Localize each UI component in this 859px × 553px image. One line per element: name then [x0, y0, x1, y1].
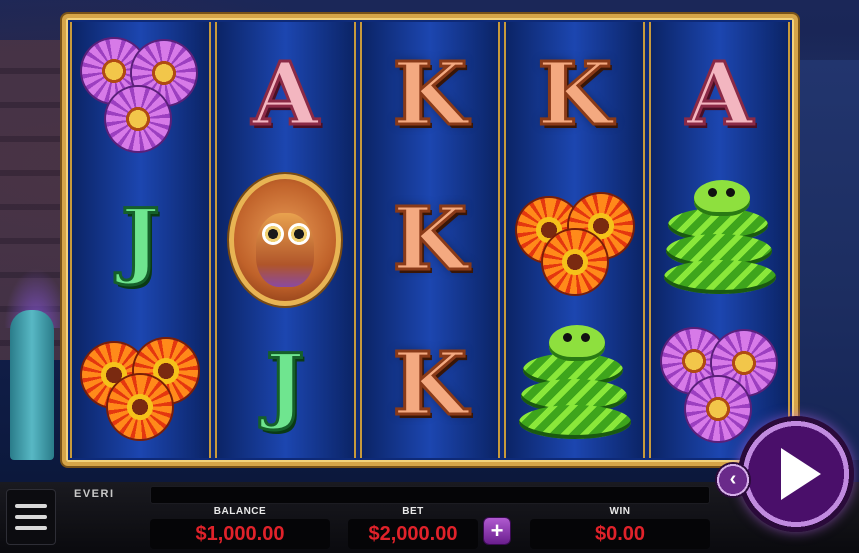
reel-cell: K: [506, 22, 643, 167]
message-bar: [150, 486, 710, 504]
snake-coil: [663, 259, 776, 294]
reel-1: J: [70, 22, 211, 458]
reel-cell: [506, 167, 643, 312]
cactus: [10, 310, 54, 460]
menu-icon-line: [15, 504, 47, 508]
snake-eye-icon: [562, 333, 572, 343]
snake-head: [548, 325, 605, 362]
balance-label: BALANCE: [213, 506, 267, 517]
symbol-owl: [229, 173, 342, 306]
symbol-letter-k: K: [391, 188, 469, 290]
reel-cell: J: [217, 313, 354, 458]
orange-flower-icon: [542, 229, 607, 294]
win-label: WIN: [609, 506, 631, 517]
symbol-letter-a: A: [250, 43, 320, 145]
bet-label: BET: [402, 506, 424, 517]
bet-value: $2,000.00: [348, 519, 478, 549]
balance-display: BALANCE $1,000.00: [150, 506, 330, 549]
symbol-purple-flowers: [80, 35, 200, 155]
menu-icon-line: [15, 515, 47, 519]
balance-value: $1,000.00: [150, 519, 330, 549]
owl-body: [256, 212, 315, 287]
reel-cell: A: [217, 22, 354, 167]
owl-eye-icon: [262, 222, 285, 245]
brand-logo: EVERI: [74, 488, 115, 500]
play-icon: [781, 448, 821, 500]
snake-head: [693, 179, 750, 216]
reel-cell: [506, 313, 643, 458]
symbol-snake: [515, 325, 635, 445]
symbol-orange-flowers: [515, 180, 635, 300]
reel-cell: [217, 167, 354, 312]
desert-ground: [789, 60, 859, 460]
symbol-letter-k: K: [391, 334, 469, 436]
symbol-letter-k: K: [391, 43, 469, 145]
menu-button[interactable]: [6, 489, 56, 545]
reel-cell: [72, 313, 209, 458]
reel-cell: [72, 22, 209, 167]
snake-eye-icon: [725, 187, 735, 197]
snake-eye-icon: [707, 187, 717, 197]
menu-icon-line: [15, 526, 47, 530]
symbol-letter-k: K: [536, 43, 614, 145]
symbol-orange-flowers: [80, 325, 200, 445]
reel-5: A: [649, 22, 790, 458]
owl-eye-icon: [288, 222, 311, 245]
symbol-letter-a: A: [685, 43, 755, 145]
bet-display: BET $2,000.00: [348, 506, 478, 549]
reel-3: KKK: [359, 22, 501, 458]
win-value: $0.00: [530, 519, 710, 549]
spin-button[interactable]: [738, 416, 854, 532]
reel-cell: J: [72, 167, 209, 312]
reel-frame: JAJKKKKA: [62, 14, 798, 466]
bet-increase-button[interactable]: +: [484, 518, 510, 544]
reel-4: K: [504, 22, 646, 458]
purple-flower-icon: [685, 377, 750, 442]
snake-eye-icon: [580, 333, 590, 343]
orange-flower-icon: [108, 375, 173, 440]
reel-cell: A: [651, 22, 788, 167]
previous-button[interactable]: ‹: [715, 462, 751, 498]
reels: JAJKKKKA: [70, 22, 790, 458]
reel-cell: K: [362, 167, 499, 312]
reel-cell: [651, 167, 788, 312]
purple-flower-icon: [106, 86, 171, 151]
reel-cell: K: [362, 313, 499, 458]
win-display: WIN $0.00: [530, 506, 710, 549]
symbol-letter-j: J: [119, 191, 161, 288]
reel-cell: K: [362, 22, 499, 167]
reel-2: AJ: [214, 22, 356, 458]
symbol-snake: [660, 179, 780, 300]
snake-coil: [518, 405, 631, 440]
symbol-letter-j: J: [264, 337, 306, 434]
